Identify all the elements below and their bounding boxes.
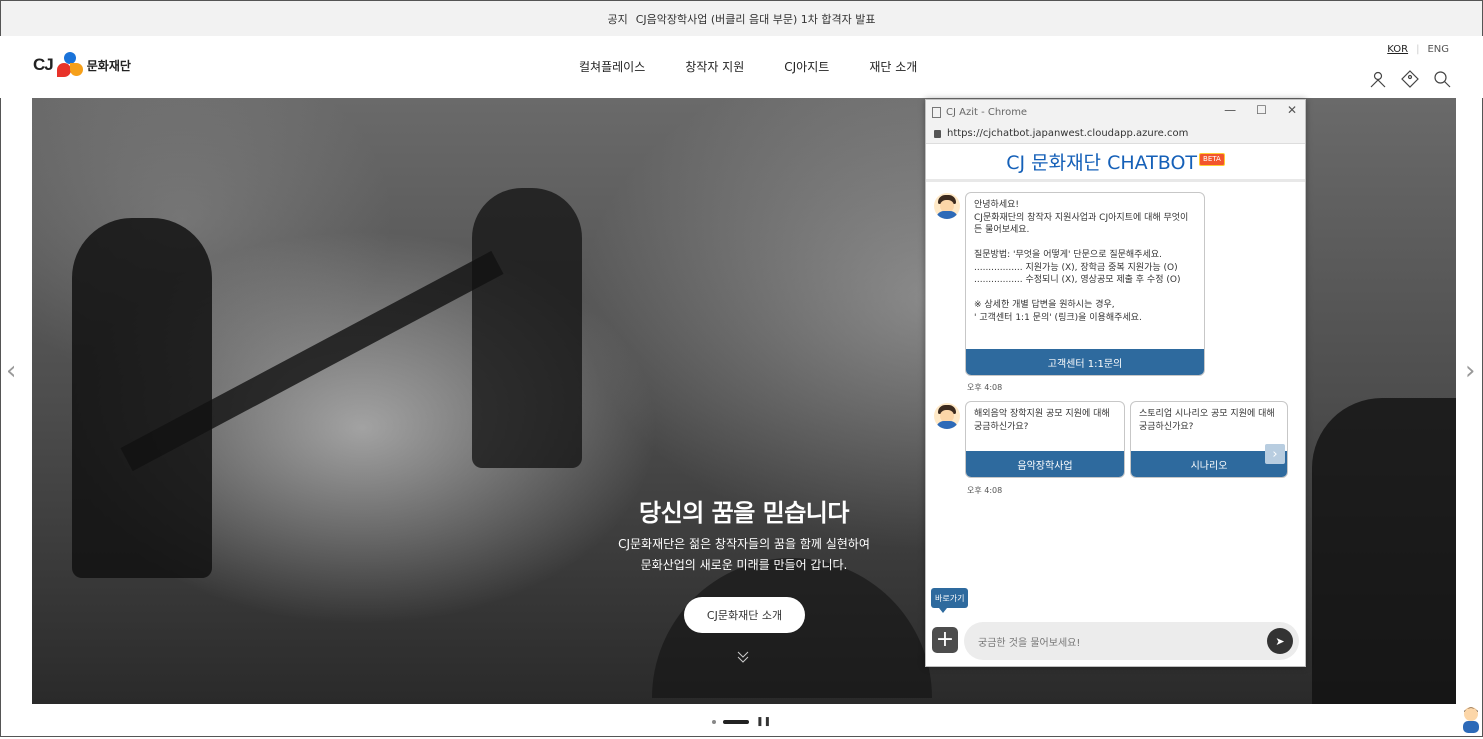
notice-label: 공지: [607, 12, 628, 26]
message-time: 오후 4:08: [967, 486, 1003, 495]
carousel-card-scenario: 스토리업 시나리오 공모 지원에 대해 궁금하신가요? 시나리오: [1130, 401, 1288, 478]
nav-item-creator-support[interactable]: 창작자 지원: [685, 58, 744, 75]
nav-item-cj-azit[interactable]: CJ아지트: [784, 58, 829, 75]
foundation-intro-button[interactable]: CJ문화재단 소개: [684, 597, 805, 633]
chatbot-title: CJ 문화재단 CHATBOT: [1006, 152, 1198, 174]
carousel-card-music: 해외음악 장학지원 공모 지원에 대해 궁금하신가요? 음악장학사업: [965, 401, 1125, 478]
notice-text[interactable]: CJ음악장학사업 (버클리 음대 부문) 1차 합격자 발표: [636, 11, 876, 27]
greeting-text: 안녕하세요! CJ문화재단의 창작자 지원사업과 CJ아지트에 대해 무엇이든 …: [974, 200, 1189, 323]
main-nav: 컬쳐플레이스 창작자 지원 CJ아지트 재단 소개: [579, 58, 917, 75]
close-icon[interactable]: ✕: [1287, 103, 1297, 117]
header-icons: [1369, 70, 1451, 88]
chatbot-header: CJ 문화재단 CHATBOT BETA: [926, 144, 1305, 182]
nav-item-culture-place[interactable]: 컬쳐플레이스: [579, 58, 645, 75]
language-switch: KOR | ENG: [1387, 44, 1449, 55]
tag-icon[interactable]: [1401, 70, 1419, 88]
hero-next-arrow-icon[interactable]: ›: [1465, 356, 1475, 386]
message-time: 오후 4:08: [967, 383, 1003, 392]
quick-menu-label[interactable]: 바로가기: [931, 588, 969, 613]
minimize-icon[interactable]: —: [1224, 103, 1236, 117]
hero-prev-arrow-icon[interactable]: ‹: [6, 356, 16, 386]
greeting-message: 안녕하세요! CJ문화재단의 창작자 지원사업과 CJ아지트에 대해 무엇이든 …: [965, 192, 1205, 376]
plus-icon[interactable]: +: [932, 627, 958, 653]
url-bar[interactable]: https://cjchatbot.japanwest.cloudapp.azu…: [926, 124, 1305, 144]
hero-pagination: ❚❚: [712, 717, 771, 727]
logo-foundation-text: 문화재단: [86, 58, 131, 73]
beta-badge: BETA: [1199, 153, 1225, 166]
send-icon[interactable]: ➤: [1267, 628, 1293, 654]
page-icon: [932, 106, 941, 118]
music-scholarship-button[interactable]: 음악장학사업: [966, 451, 1124, 477]
card-music-text: 해외음악 장학지원 공모 지원에 대해 궁금하신가요?: [974, 409, 1110, 432]
nav-item-about[interactable]: 재단 소개: [869, 58, 917, 75]
lang-kor-link[interactable]: KOR: [1387, 44, 1408, 55]
pager-active-bar[interactable]: [723, 720, 749, 724]
chat-input[interactable]: 궁금한 것을 물어보세요! ➤: [964, 622, 1299, 660]
hero-photo-guitarist-center: [472, 188, 582, 468]
site-logo[interactable]: CJ 문화재단: [33, 52, 131, 78]
lang-divider: |: [1416, 44, 1420, 55]
chatbot-window: CJ Azit - Chrome — ☐ ✕ https://cjchatbot…: [925, 99, 1306, 667]
url-text: https://cjchatbot.japanwest.cloudapp.azu…: [947, 128, 1189, 139]
bot-avatar: [934, 193, 960, 219]
user-icon[interactable]: [1369, 70, 1387, 88]
chatbot-launcher-icon[interactable]: [1460, 705, 1482, 735]
search-icon[interactable]: [1433, 70, 1451, 88]
carousel-next-icon[interactable]: ›: [1265, 444, 1285, 464]
lang-eng-link[interactable]: ENG: [1427, 44, 1449, 55]
logo-mark-icon: [56, 52, 83, 78]
pager-dot[interactable]: [712, 720, 716, 724]
window-title: CJ Azit - Chrome: [946, 106, 1028, 118]
window-controls: — ☐ ✕: [1224, 103, 1297, 117]
card-scenario-text: 스토리업 시나리오 공모 지원에 대해 궁금하신가요?: [1139, 409, 1275, 432]
chat-input-placeholder: 궁금한 것을 물어보세요!: [978, 637, 1081, 649]
notice-bar[interactable]: 공지 CJ음악장학사업 (버클리 음대 부문) 1차 합격자 발표: [1, 1, 1482, 36]
window-title-bar: CJ Azit - Chrome — ☐ ✕: [926, 100, 1305, 124]
lock-icon: [934, 129, 941, 138]
bot-avatar: [934, 403, 960, 429]
scenario-button[interactable]: 시나리오: [1131, 451, 1287, 477]
maximize-icon[interactable]: ☐: [1256, 103, 1267, 117]
scroll-down-icon[interactable]: [736, 650, 750, 668]
customer-center-button[interactable]: 고객센터 1:1문의: [966, 349, 1204, 375]
pause-icon[interactable]: ❚❚: [756, 717, 771, 727]
site-header: CJ 문화재단 컬쳐플레이스 창작자 지원 CJ아지트 재단 소개 KOR | …: [0, 36, 1483, 98]
logo-cj-text: CJ: [33, 55, 54, 74]
